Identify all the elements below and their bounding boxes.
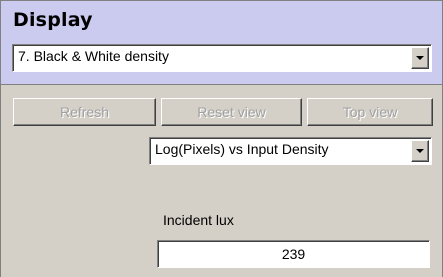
reset-view-button[interactable]: Reset view [161, 98, 302, 126]
incident-lux-input[interactable]: 239 [157, 240, 430, 268]
display-title: Display [13, 9, 93, 31]
plot-mode-dropdown[interactable]: Log(Pixels) vs Input Density [149, 137, 432, 165]
display-controls-panel: Refresh Reset view Top view Log(Pixels) … [0, 84, 443, 277]
display-mode-dropdown[interactable]: 7. Black & White density [12, 44, 432, 72]
chevron-down-icon[interactable] [411, 47, 429, 69]
plot-mode-value: Log(Pixels) vs Input Density [155, 141, 329, 157]
refresh-button[interactable]: Refresh [13, 98, 156, 126]
display-header: Display 7. Black & White density [0, 0, 443, 84]
incident-lux-label: Incident lux [163, 212, 234, 228]
top-view-button[interactable]: Top view [307, 98, 433, 126]
chevron-down-icon[interactable] [411, 140, 429, 162]
display-mode-value: 7. Black & White density [18, 48, 169, 64]
